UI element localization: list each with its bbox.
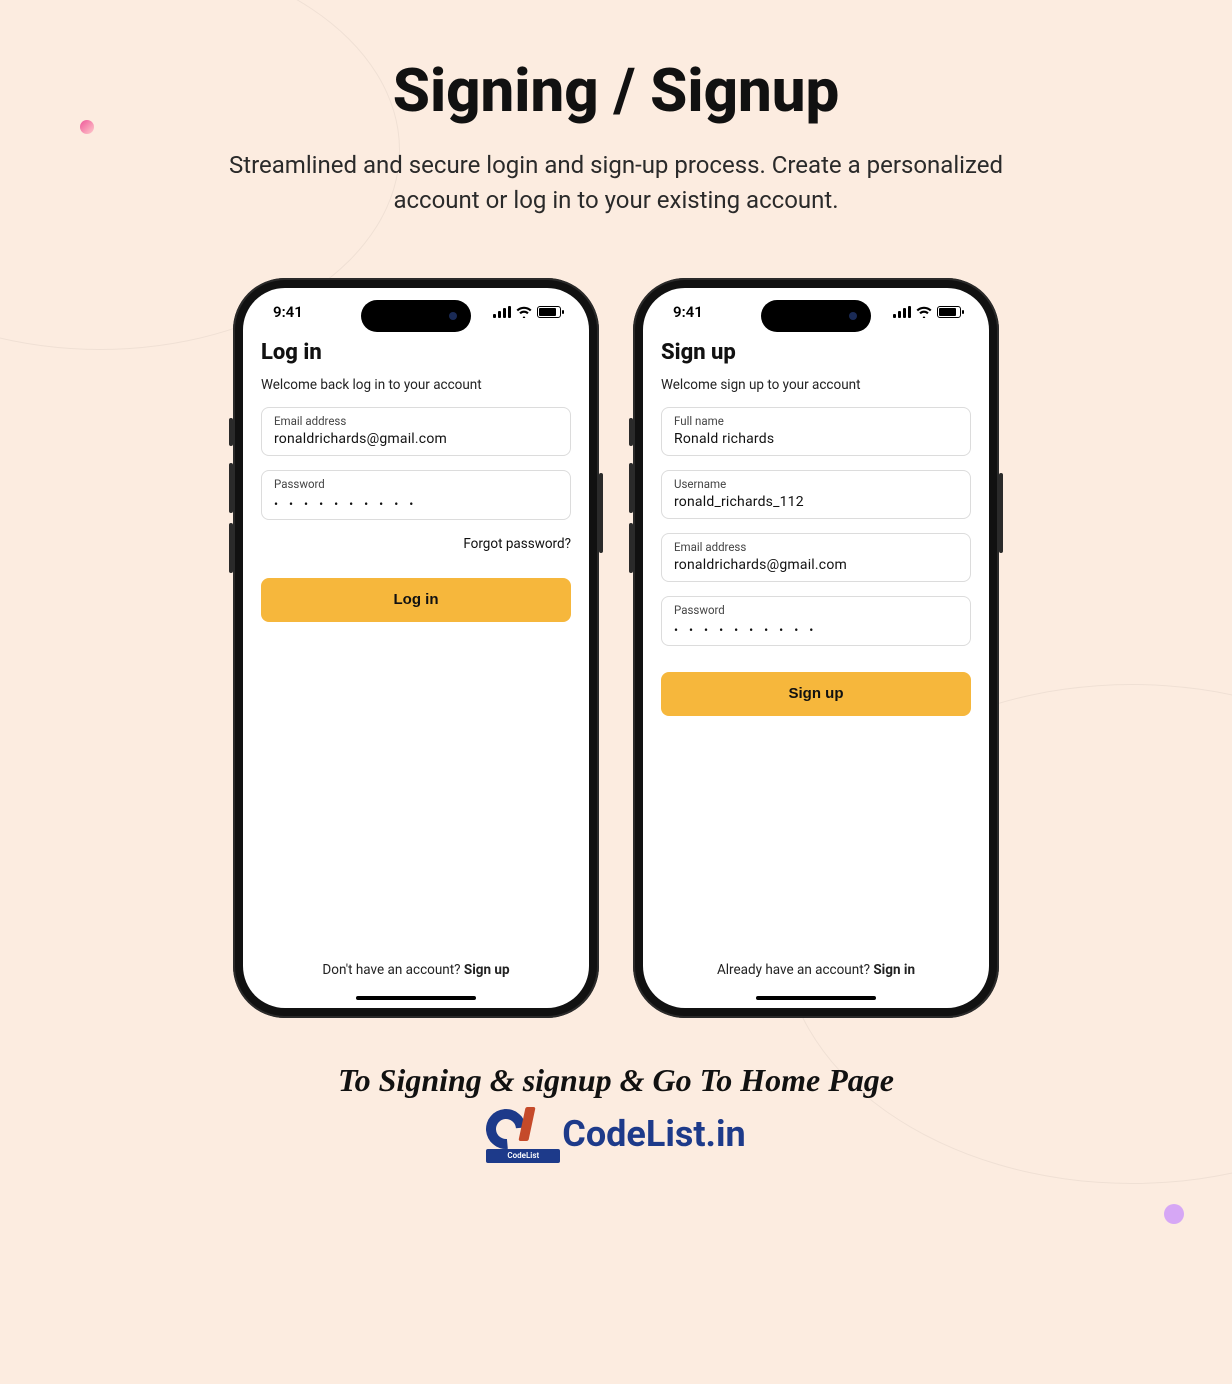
tagline-text: To Signing & signup & Go To Home Page <box>338 1062 894 1099</box>
password-label: Password <box>674 603 958 617</box>
username-field[interactable]: Username <box>661 470 971 519</box>
forgot-password-link[interactable]: Forgot password? <box>261 536 571 552</box>
status-time: 9:41 <box>673 303 703 321</box>
signup-footer: Already have an account? Sign in <box>661 962 971 978</box>
login-footer-text: Don't have an account? <box>322 962 463 978</box>
signal-icon <box>493 306 511 318</box>
brand-name: CodeList.in <box>562 1113 745 1155</box>
wifi-icon <box>516 306 532 318</box>
page-title: Signing / Signup <box>393 55 840 126</box>
phone-notch <box>761 300 871 332</box>
login-title: Log in <box>261 340 571 365</box>
signal-icon <box>893 306 911 318</box>
email-input[interactable] <box>274 431 558 447</box>
signup-button[interactable]: Sign up <box>661 672 971 716</box>
fullname-field[interactable]: Full name <box>661 407 971 456</box>
decorative-dot <box>1164 1204 1184 1224</box>
brand: CodeList CodeList.in <box>486 1109 745 1159</box>
email-label: Email address <box>274 414 558 428</box>
email-field[interactable]: Email address <box>661 533 971 582</box>
fullname-input[interactable] <box>674 431 958 447</box>
home-indicator <box>356 996 476 1000</box>
username-label: Username <box>674 477 958 491</box>
login-subtitle: Welcome back log in to your account <box>261 377 571 393</box>
battery-icon <box>537 306 561 318</box>
battery-icon <box>937 306 961 318</box>
password-field[interactable]: Password • • • • • • • • • • <box>661 596 971 646</box>
phone-notch <box>361 300 471 332</box>
signup-footer-text: Already have an account? <box>717 962 873 978</box>
brand-logo-icon: CodeList <box>486 1109 556 1159</box>
phone-mockup-login: 9:41 Log in Welcome back log in to your … <box>233 278 599 1018</box>
password-input[interactable]: • • • • • • • • • • <box>674 623 958 637</box>
signup-title: Sign up <box>661 340 971 365</box>
password-field[interactable]: Password • • • • • • • • • • <box>261 470 571 520</box>
decorative-dot <box>80 120 94 134</box>
signin-link[interactable]: Sign in <box>873 962 915 978</box>
login-button[interactable]: Log in <box>261 578 571 622</box>
email-field[interactable]: Email address <box>261 407 571 456</box>
phone-mockup-signup: 9:41 Sign up Welcome sign up to your acc… <box>633 278 999 1018</box>
login-footer: Don't have an account? Sign up <box>261 962 571 978</box>
fullname-label: Full name <box>674 414 958 428</box>
signup-link[interactable]: Sign up <box>464 962 510 978</box>
email-label: Email address <box>674 540 958 554</box>
email-input[interactable] <box>674 557 958 573</box>
signup-subtitle: Welcome sign up to your account <box>661 377 971 393</box>
wifi-icon <box>916 306 932 318</box>
status-time: 9:41 <box>273 303 303 321</box>
password-label: Password <box>274 477 558 491</box>
username-input[interactable] <box>674 494 958 510</box>
password-input[interactable]: • • • • • • • • • • <box>274 497 558 511</box>
home-indicator <box>756 996 876 1000</box>
brand-logo-caption: CodeList <box>486 1149 560 1163</box>
